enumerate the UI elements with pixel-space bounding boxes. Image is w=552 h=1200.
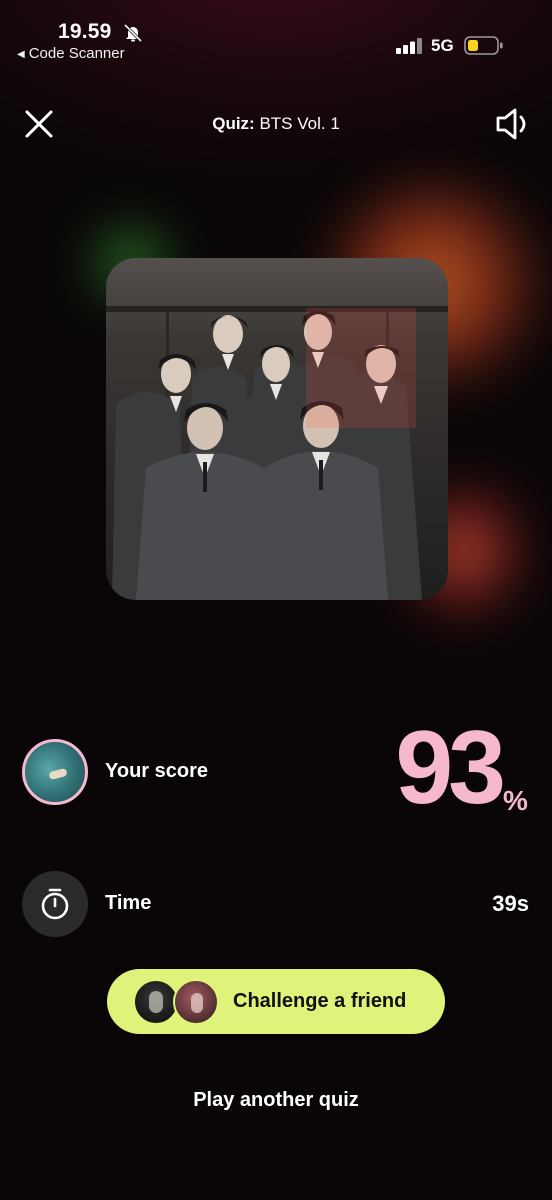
bell-slash-icon xyxy=(123,24,143,42)
network-type: 5G xyxy=(431,36,454,55)
battery-icon xyxy=(464,36,503,55)
stopwatch-icon xyxy=(41,888,69,920)
user-avatar xyxy=(22,739,88,805)
avatar-photo-detail xyxy=(48,767,68,781)
back-triangle-icon: ◀ xyxy=(17,49,25,60)
quiz-result-screen: 19.59 ◀Code Scanner 5G Quiz: BTS Vol. 1 xyxy=(0,0,552,1200)
quiz-title-prefix: Quiz: xyxy=(212,114,255,133)
score-unit: % xyxy=(503,785,528,816)
time-value: 39s xyxy=(492,891,529,916)
play-another-quiz-link[interactable]: Play another quiz xyxy=(0,1089,552,1112)
timer-badge xyxy=(22,871,88,937)
signal-icon xyxy=(396,38,422,54)
group-photo-illustration xyxy=(106,258,448,600)
challenge-friend-label: Challenge a friend xyxy=(233,990,407,1012)
quiz-title-name: BTS Vol. 1 xyxy=(259,114,340,133)
friend-avatar xyxy=(173,979,219,1025)
back-to-app-link[interactable]: ◀ Code Scanner xyxy=(17,45,125,62)
score-value: 93 xyxy=(395,710,506,826)
speaker-icon[interactable] xyxy=(494,106,532,142)
quiz-cover-image xyxy=(106,258,448,600)
time-label: Time xyxy=(105,892,152,914)
score-label: Your score xyxy=(105,760,208,782)
back-app-label: Code Scanner xyxy=(28,45,125,62)
status-time: 19.59 xyxy=(58,20,112,43)
quiz-title: Quiz: BTS Vol. 1 xyxy=(0,114,552,134)
challenge-friend-button[interactable]: Challenge a friend xyxy=(107,969,445,1034)
